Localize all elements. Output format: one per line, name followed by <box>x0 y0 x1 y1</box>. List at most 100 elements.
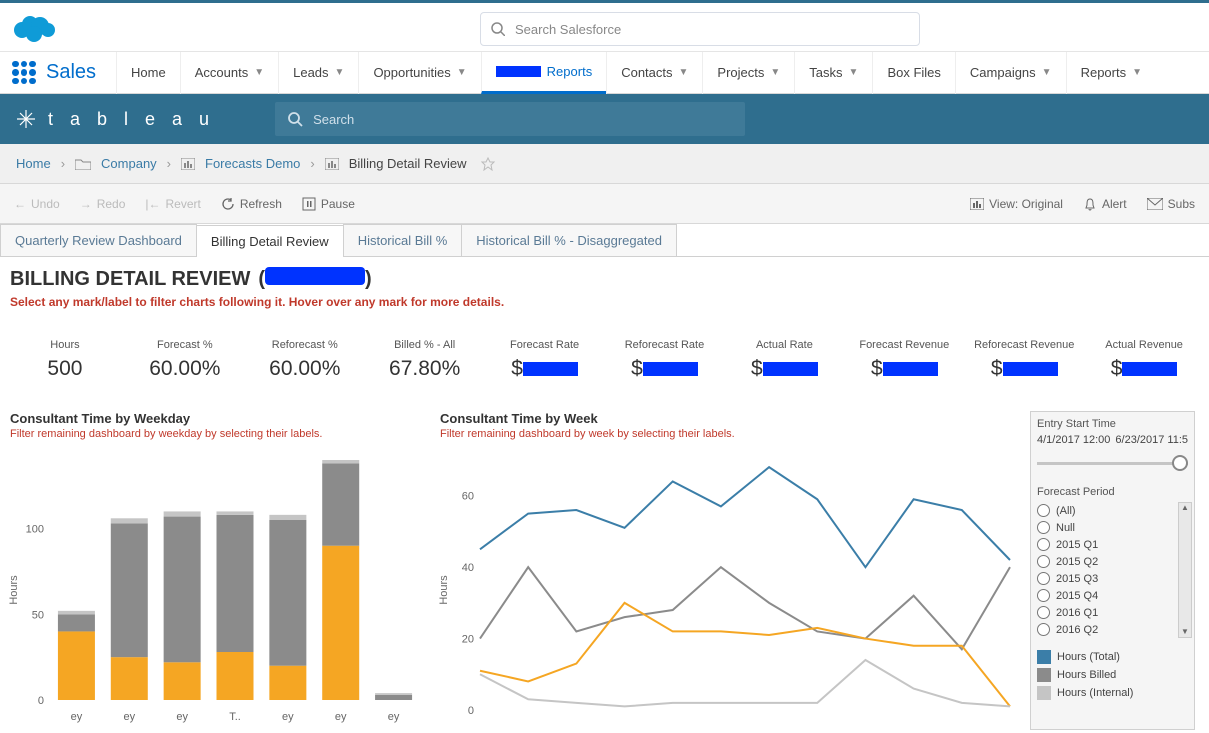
undo-button[interactable]: ←Undo <box>14 197 60 211</box>
legend: Hours (Total)Hours BilledHours (Internal… <box>1037 648 1188 702</box>
chart-note: Filter remaining dashboard by weekday by… <box>10 428 430 440</box>
line-series[interactable] <box>480 467 1010 567</box>
legend-item[interactable]: Hours (Internal) <box>1037 684 1188 702</box>
radio-input[interactable] <box>1037 572 1050 585</box>
kpi-value: 60.00% <box>250 357 360 381</box>
pause-button[interactable]: Pause <box>302 197 355 211</box>
breadcrumb-forecasts[interactable]: Forecasts Demo <box>205 156 300 171</box>
line-series[interactable] <box>480 603 1010 707</box>
star-icon[interactable] <box>481 157 495 171</box>
nav-projects[interactable]: Projects▼ <box>702 52 794 94</box>
y-axis-label: Hours <box>438 575 450 604</box>
refresh-icon <box>221 197 235 211</box>
bar-segment[interactable] <box>111 657 148 700</box>
kpi-card[interactable]: Hours500 <box>10 339 120 381</box>
bar-segment[interactable] <box>375 695 412 700</box>
nav-contacts[interactable]: Contacts▼ <box>606 52 702 94</box>
subscribe-button[interactable]: Subs <box>1147 197 1195 211</box>
kpi-card[interactable]: Reforecast Rate$ <box>610 339 720 381</box>
line-chart[interactable]: 0204060 <box>440 450 1020 730</box>
radio-input[interactable] <box>1037 589 1050 602</box>
nav-home[interactable]: Home <box>116 52 180 94</box>
revert-button[interactable]: |←Revert <box>145 197 200 211</box>
tab-historical-bill-disagg[interactable]: Historical Bill % - Disaggregated <box>461 224 677 256</box>
kpi-card[interactable]: Billed % - All67.80% <box>370 339 480 381</box>
bar-segment[interactable] <box>58 631 95 700</box>
bar-segment[interactable] <box>269 520 306 666</box>
radio-input[interactable] <box>1037 521 1050 534</box>
kpi-card[interactable]: Reforecast % 60.00% <box>250 339 360 381</box>
filter-option[interactable]: 2015 Q3 <box>1037 570 1188 587</box>
filter-option[interactable]: Null <box>1037 519 1188 536</box>
bar-segment[interactable] <box>269 515 306 520</box>
workbook-icon <box>181 158 195 170</box>
filter-option[interactable]: 2016 Q1 <box>1037 604 1188 621</box>
bar-segment[interactable] <box>164 517 201 663</box>
tableau-header: t a b l e a u Search <box>0 94 1209 144</box>
bar-segment[interactable] <box>164 662 201 700</box>
tableau-logo[interactable]: t a b l e a u <box>14 107 215 131</box>
kpi-card[interactable]: Reforecast Revenue$ <box>969 339 1079 381</box>
filter-option[interactable]: 2015 Q2 <box>1037 553 1188 570</box>
bar-segment[interactable] <box>217 652 254 700</box>
bar-segment[interactable] <box>164 511 201 516</box>
search-placeholder: Search Salesforce <box>515 22 621 37</box>
tab-billing-detail[interactable]: Billing Detail Review <box>196 225 344 257</box>
kpi-card[interactable]: Actual Rate$ <box>729 339 839 381</box>
breadcrumb-company[interactable]: Company <box>101 156 157 171</box>
nav-reports2[interactable]: Reports▼ <box>1066 52 1156 94</box>
bar-segment[interactable] <box>322 546 359 700</box>
radio-input[interactable] <box>1037 538 1050 551</box>
filter-option[interactable]: 2015 Q1 <box>1037 536 1188 553</box>
scrollbar[interactable]: ▲ ▼ <box>1178 502 1192 638</box>
bar-segment[interactable] <box>217 511 254 514</box>
filter-option[interactable]: 2015 Q4 <box>1037 587 1188 604</box>
line-series[interactable] <box>480 660 1010 706</box>
kpi-card[interactable]: Forecast Revenue$ <box>849 339 959 381</box>
bar-chart[interactable]: 050100eyeyeyT..eyeyey <box>10 450 430 730</box>
nav-reports-active[interactable]: Reports <box>481 52 607 94</box>
refresh-button[interactable]: Refresh <box>221 197 282 211</box>
radio-input[interactable] <box>1037 606 1050 619</box>
kpi-card[interactable]: Forecast Rate$ <box>490 339 600 381</box>
bar-segment[interactable] <box>111 523 148 657</box>
filter-option[interactable]: (All) <box>1037 502 1188 519</box>
legend-item[interactable]: Hours Billed <box>1037 666 1188 684</box>
bar-segment[interactable] <box>375 693 412 695</box>
tab-historical-bill[interactable]: Historical Bill % <box>343 224 463 256</box>
kpi-value: $ <box>1089 357 1199 381</box>
bar-segment[interactable] <box>58 611 95 614</box>
tableau-search[interactable]: Search <box>275 102 745 136</box>
chevron-down-icon: ▼ <box>254 67 264 78</box>
nav-boxfiles[interactable]: Box Files <box>872 52 954 94</box>
bar-segment[interactable] <box>58 614 95 631</box>
kpi-card[interactable]: Actual Revenue$ <box>1089 339 1199 381</box>
date-slider[interactable] <box>1037 452 1188 476</box>
nav-leads[interactable]: Leads▼ <box>278 52 358 94</box>
legend-item[interactable]: Hours (Total) <box>1037 648 1188 666</box>
radio-input[interactable] <box>1037 555 1050 568</box>
nav-accounts[interactable]: Accounts▼ <box>180 52 278 94</box>
view-button[interactable]: View: Original <box>970 197 1063 211</box>
bar-segment[interactable] <box>217 515 254 652</box>
salesforce-search[interactable]: Search Salesforce <box>480 12 920 46</box>
alert-button[interactable]: Alert <box>1083 197 1127 211</box>
nav-opportunities[interactable]: Opportunities▼ <box>358 52 480 94</box>
bar-segment[interactable] <box>111 518 148 523</box>
line-series[interactable] <box>480 567 1010 649</box>
nav-tasks[interactable]: Tasks▼ <box>794 52 872 94</box>
bar-segment[interactable] <box>322 463 359 545</box>
app-launcher-icon[interactable] <box>12 61 36 85</box>
radio-input[interactable] <box>1037 623 1050 636</box>
bar-segment[interactable] <box>269 666 306 700</box>
filter-option[interactable]: 2016 Q2 <box>1037 621 1188 638</box>
kpi-label: Forecast % <box>130 339 240 351</box>
tab-quarterly-review[interactable]: Quarterly Review Dashboard <box>0 224 197 256</box>
kpi-label: Reforecast % <box>250 339 360 351</box>
bar-segment[interactable] <box>322 460 359 463</box>
redo-button[interactable]: →Redo <box>80 197 126 211</box>
breadcrumb-home[interactable]: Home <box>16 156 51 171</box>
nav-campaigns[interactable]: Campaigns▼ <box>955 52 1066 94</box>
radio-input[interactable] <box>1037 504 1050 517</box>
kpi-card[interactable]: Forecast %60.00% <box>130 339 240 381</box>
